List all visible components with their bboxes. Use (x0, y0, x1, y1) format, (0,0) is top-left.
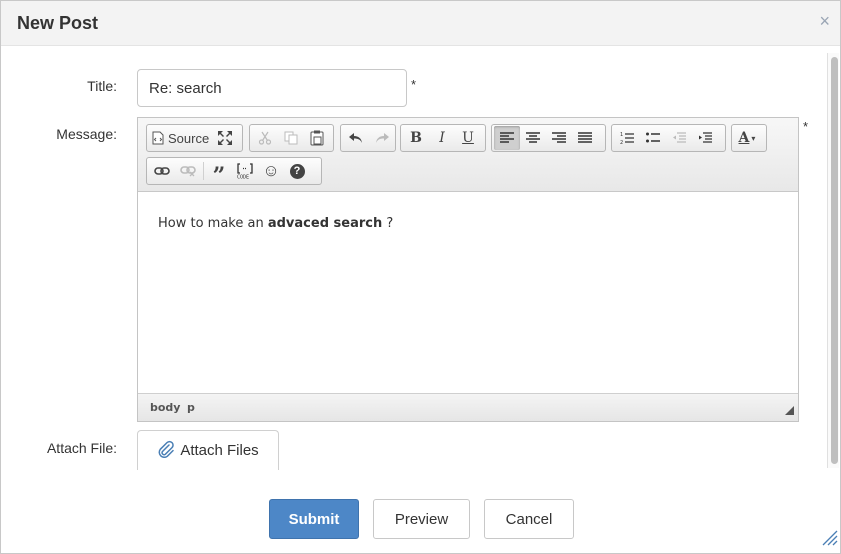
content-text-suffix: ? (382, 216, 394, 231)
justify-button[interactable] (572, 126, 598, 150)
underline-icon: U (462, 130, 474, 146)
chevron-down-icon: ▾ (751, 133, 756, 143)
editor-statusbar: body p (138, 393, 798, 421)
text-color-button[interactable]: A ▾ (734, 126, 760, 150)
cut-button[interactable] (252, 126, 278, 150)
content-bold-text: advaced search (267, 216, 383, 231)
redo-icon (374, 132, 390, 144)
align-left-button[interactable] (494, 126, 520, 150)
resize-handle-icon[interactable] (785, 406, 794, 415)
paste-button[interactable] (304, 126, 330, 150)
toolbar-group-basic-styles: B I U (400, 124, 486, 152)
close-icon[interactable]: × (819, 11, 830, 31)
dialog-resize-icon[interactable] (820, 528, 838, 551)
copy-icon (284, 131, 298, 145)
align-center-button[interactable] (520, 126, 546, 150)
toolbar-group-alignment (491, 124, 606, 152)
toolbar-separator (203, 162, 204, 180)
cancel-button[interactable]: Cancel (484, 499, 574, 539)
path-p[interactable]: p (187, 401, 195, 414)
numbered-list-icon: 12 (620, 131, 634, 145)
dialog-header: New Post × (1, 1, 840, 46)
align-right-icon (552, 132, 566, 144)
help-button[interactable]: ? (284, 159, 310, 183)
link-icon (154, 166, 170, 176)
smiley-icon: ☺ (262, 161, 280, 180)
scrollbar-thumb[interactable] (831, 57, 838, 464)
preview-button[interactable]: Preview (373, 499, 470, 539)
form-scrollbar[interactable] (827, 53, 839, 468)
paperclip-icon (157, 440, 175, 462)
justify-icon (578, 132, 592, 144)
svg-text:CODE: CODE (237, 175, 249, 180)
unlink-button[interactable] (175, 159, 201, 183)
maximize-button[interactable] (212, 126, 238, 150)
editor-toolbar: Source B I U 1 2 A ▾ ” CODE ☺ ? (138, 118, 798, 192)
undo-button[interactable] (343, 126, 369, 150)
rich-text-editor: Source B I U 1 2 A ▾ ” CODE ☺ ? How to m… (137, 117, 799, 422)
source-icon (152, 131, 164, 145)
submit-button[interactable]: Submit (269, 499, 359, 539)
path-body[interactable]: body (150, 401, 180, 414)
smiley-button[interactable]: ☺ (258, 159, 284, 183)
code-snippet-button[interactable]: CODE (232, 159, 258, 183)
message-label: Message: (56, 126, 117, 142)
unlink-icon (180, 165, 196, 177)
redo-button[interactable] (369, 126, 395, 150)
source-label: Source (168, 130, 210, 146)
editor-content[interactable]: How to make an advaced search ? (138, 192, 798, 393)
title-required-mark: * (411, 77, 417, 92)
bulleted-list-button[interactable] (640, 126, 666, 150)
title-input[interactable] (137, 69, 407, 107)
toolbar-group-clipboard (249, 124, 334, 152)
bold-button[interactable]: B (403, 126, 429, 150)
attach-files-label: Attach Files (180, 442, 259, 459)
title-label: Title: (87, 78, 117, 94)
attach-files-button[interactable]: Attach Files (137, 430, 279, 470)
numbered-list-button[interactable]: 12 (614, 126, 640, 150)
text-color-icon: A (738, 130, 750, 146)
align-right-button[interactable] (546, 126, 572, 150)
dialog-title: New Post (17, 13, 99, 33)
underline-button[interactable]: U (455, 126, 481, 150)
code-snippet-icon: CODE (236, 163, 254, 179)
copy-button[interactable] (278, 126, 304, 150)
undo-icon (348, 132, 364, 144)
message-required-mark: * (803, 119, 809, 134)
source-button[interactable]: Source (149, 126, 212, 150)
new-post-dialog: New Post × Title: * Message: * Source (0, 0, 841, 554)
link-button[interactable] (149, 159, 175, 183)
blockquote-icon: ” (212, 163, 226, 189)
bulleted-list-icon (646, 132, 660, 144)
svg-text:1: 1 (620, 132, 623, 138)
content-text: How to make an (158, 216, 268, 231)
toolbar-group-insert: ” CODE ☺ ? (146, 157, 322, 189)
maximize-icon (217, 130, 233, 146)
outdent-icon (672, 132, 686, 144)
help-icon: ? (289, 163, 305, 179)
align-left-icon (500, 132, 514, 144)
paste-icon (310, 130, 324, 146)
italic-button[interactable]: I (429, 126, 455, 150)
indent-button[interactable] (692, 126, 718, 150)
cut-icon (258, 131, 272, 145)
align-center-icon (526, 132, 540, 144)
attach-label: Attach File: (46, 440, 117, 456)
toolbar-group-document: Source (146, 124, 243, 152)
svg-text:2: 2 (620, 140, 623, 145)
italic-icon: I (439, 130, 445, 146)
toolbar-group-lists: 12 (611, 124, 726, 152)
toolbar-group-colors: A ▾ (731, 124, 767, 152)
blockquote-button[interactable]: ” (206, 159, 232, 189)
indent-icon (698, 132, 712, 144)
toolbar-group-history (340, 124, 396, 152)
outdent-button[interactable] (666, 126, 692, 150)
bold-icon: B (410, 130, 422, 146)
